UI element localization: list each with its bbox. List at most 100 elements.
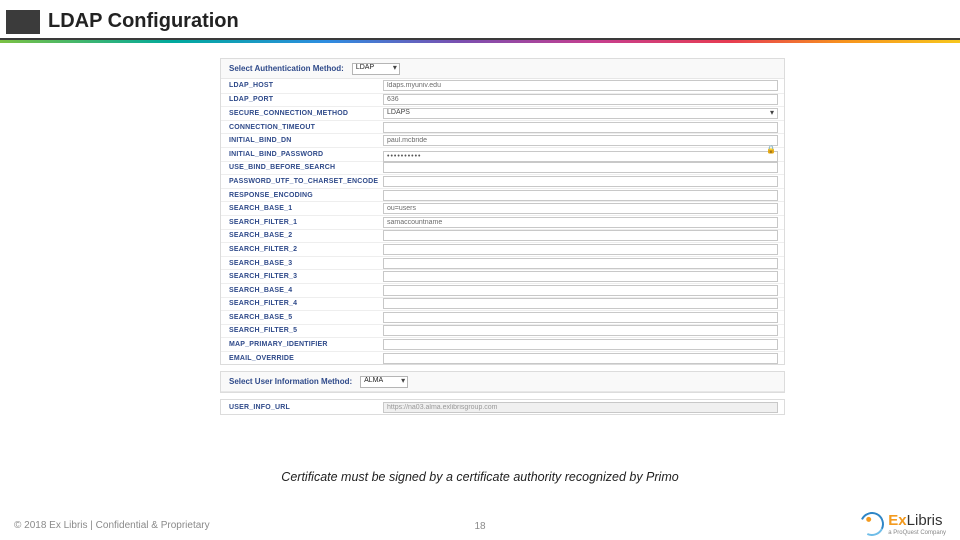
config-row-label: SEARCH_BASE_5 [221,314,383,321]
config-text-input[interactable] [383,312,778,323]
config-row: RESPONSE_ENCODING [221,188,784,202]
user-info-header: Select User Information Method: ALMA [221,372,784,392]
config-text-input[interactable] [383,258,778,269]
config-row-control: LDAPS [383,108,784,119]
auth-method-header: Select Authentication Method: LDAP [221,59,784,79]
config-text-input[interactable] [383,176,778,187]
config-select[interactable]: LDAPS [383,108,778,119]
config-text-input[interactable] [383,80,778,91]
config-row-label: USE_BIND_BEFORE_SEARCH [221,164,383,171]
slide-caption: Certificate must be signed by a certific… [0,470,960,484]
auth-method-label: Select Authentication Method: [229,64,344,73]
config-text-input[interactable] [383,353,778,364]
config-row-label: PASSWORD_UTF_TO_CHARSET_ENCODE [221,178,383,185]
config-row: LDAP_HOST [221,79,784,93]
config-text-input[interactable] [383,122,778,133]
config-row: SEARCH_FILTER_1 [221,215,784,229]
config-password-input[interactable] [383,151,778,162]
config-row-label: INITIAL_BIND_PASSWORD [221,151,383,158]
config-row-control [383,203,784,214]
logo-text-group: ExLibris a ProQuest Company [888,512,946,536]
config-row-label: SEARCH_FILTER_3 [221,273,383,280]
config-row-control [383,339,784,350]
config-row-label: SEARCH_BASE_3 [221,260,383,267]
config-row: USER_INFO_URL [221,400,784,414]
config-row-control [383,298,784,309]
config-text-input[interactable] [383,162,778,173]
config-row-control [383,190,784,201]
config-text-input[interactable] [383,339,778,350]
user-info-section: Select User Information Method: ALMA [220,371,785,393]
config-text-input[interactable] [383,203,778,214]
config-text-input[interactable] [383,190,778,201]
header-accent-box [6,10,40,34]
config-row-control [383,353,784,364]
header-rainbow-bar [0,40,960,43]
config-row: INITIAL_BIND_PASSWORD 🔒 [221,147,784,161]
config-row-label: USER_INFO_URL [221,404,383,411]
slide-header: LDAP Configuration [0,0,960,44]
config-row-control [383,258,784,269]
auth-method-section: Select Authentication Method: LDAP LDAP_… [220,58,785,365]
config-text-input[interactable] [383,298,778,309]
config-row-label: LDAP_PORT [221,96,383,103]
config-row-label: CONNECTION_TIMEOUT [221,124,383,131]
slide-footer: © 2018 Ex Libris | Confidential & Propri… [0,510,960,540]
config-row-label: SEARCH_FILTER_5 [221,327,383,334]
config-row: SEARCH_FILTER_2 [221,242,784,256]
config-row-label: EMAIL_OVERRIDE [221,355,383,362]
config-row: SEARCH_FILTER_4 [221,297,784,311]
config-text-input[interactable] [383,285,778,296]
config-row-control [383,285,784,296]
config-row-label: SEARCH_FILTER_2 [221,246,383,253]
config-row-control [383,162,784,173]
logo-suffix: Libris [907,512,943,529]
config-row: SECURE_CONNECTION_METHODLDAPS [221,106,784,120]
user-info-url-section: USER_INFO_URL [220,399,785,415]
config-row-control [383,244,784,255]
config-text-input[interactable] [383,244,778,255]
config-text-input[interactable] [383,271,778,282]
config-row-control [383,312,784,323]
copyright-text: © 2018 Ex Libris | Confidential & Propri… [14,520,210,531]
lock-icon: 🔒 [766,145,776,154]
config-row-control [383,230,784,241]
logo-prefix: Ex [888,512,906,529]
config-text-input[interactable] [383,230,778,241]
page-number: 18 [474,521,485,532]
config-text-input[interactable] [383,217,778,228]
config-row: SEARCH_BASE_2 [221,229,784,243]
user-info-url-input[interactable] [383,402,778,413]
config-row: LDAP_PORT [221,93,784,107]
config-row-label: LDAP_HOST [221,82,383,89]
slide-title: LDAP Configuration [48,10,239,33]
config-row-label: SEARCH_FILTER_1 [221,219,383,226]
config-row-control [383,80,784,91]
logo-swirl-icon [857,509,888,540]
exlibris-logo: ExLibris a ProQuest Company [860,512,946,536]
config-text-input[interactable] [383,325,778,336]
config-row: PASSWORD_UTF_TO_CHARSET_ENCODE [221,174,784,188]
config-row: SEARCH_BASE_1 [221,201,784,215]
logo-tagline: a ProQuest Company [888,530,946,536]
config-row-control [383,325,784,336]
config-row-label: SEARCH_BASE_4 [221,287,383,294]
config-row-control [383,176,784,187]
user-info-method-select[interactable]: ALMA [360,376,408,388]
config-row-control [383,217,784,228]
config-row-label: INITIAL_BIND_DN [221,137,383,144]
config-row-label: RESPONSE_ENCODING [221,192,383,199]
config-row-label: MAP_PRIMARY_IDENTIFIER [221,341,383,348]
config-row-control [383,122,784,133]
config-row: SEARCH_BASE_3 [221,256,784,270]
config-row-label: SEARCH_BASE_1 [221,205,383,212]
config-row-control: 🔒 [383,145,784,163]
config-row-control [383,271,784,282]
config-row: SEARCH_FILTER_3 [221,269,784,283]
config-text-input[interactable] [383,94,778,105]
config-row: SEARCH_FILTER_5 [221,324,784,338]
user-info-method-label: Select User Information Method: [229,377,352,386]
auth-method-select[interactable]: LDAP [352,63,400,75]
config-row: MAP_PRIMARY_IDENTIFIER [221,337,784,351]
config-row: SEARCH_BASE_5 [221,310,784,324]
